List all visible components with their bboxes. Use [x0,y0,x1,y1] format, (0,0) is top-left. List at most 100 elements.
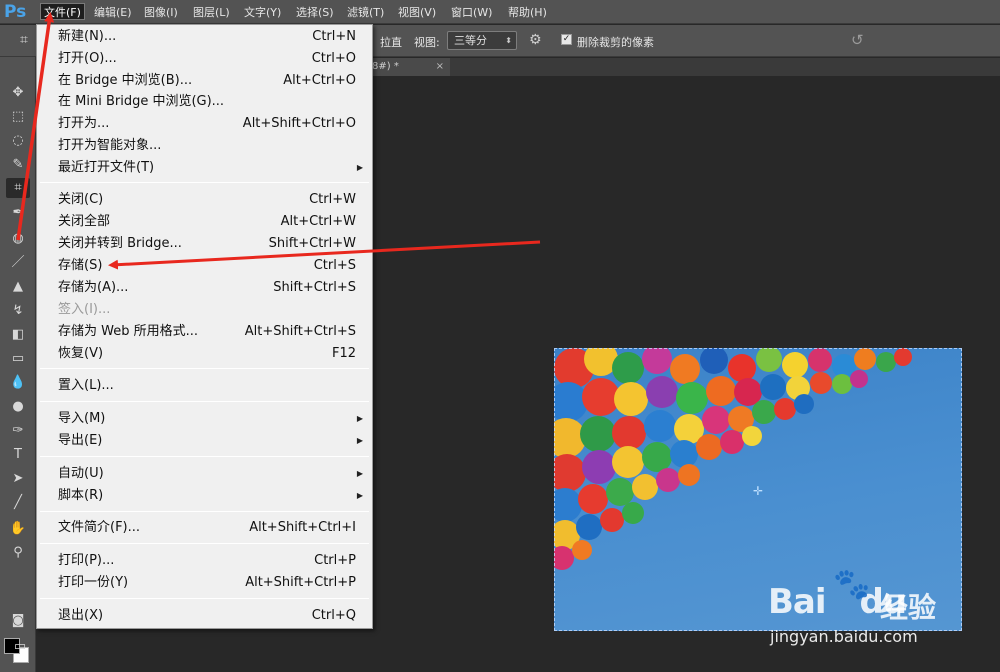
balloon [700,348,728,374]
menu-item-print[interactable]: 打印(P)... Ctrl+P [37,550,372,572]
line-tool-icon[interactable]: ╱ [6,493,30,513]
gear-icon[interactable]: ⚙ [529,32,542,48]
menu-item-place[interactable]: 置入(L)... [37,375,372,397]
eyedropper-tool-icon[interactable]: ✒ [6,203,30,223]
type-tool-icon[interactable]: T [6,445,30,465]
photoshop-window: Ps 文件(F) 编辑(E) 图像(I) 图层(L) 文字(Y) 选择(S) 滤… [0,0,1000,672]
ps-logo: Ps [4,2,27,22]
balloon [720,430,744,454]
stamp-tool-icon[interactable]: ▲ [6,277,30,297]
menu-separator [40,368,369,369]
path-select-tool-icon[interactable]: ➤ [6,469,30,489]
menu-item-exit[interactable]: 退出(X) Ctrl+Q [37,605,372,627]
menu-help[interactable]: 帮助(H) [505,4,550,21]
menu-layer[interactable]: 图层(L) [190,4,233,21]
menu-item-open-as[interactable]: 打开为... Alt+Shift+Ctrl+O [37,113,372,135]
menu-item-new[interactable]: 新建(N)... Ctrl+N [37,26,372,48]
balloon [706,376,736,406]
tools-panel: ✥ ⬚ ◌ ✎ ⌗ ✒ ◍ ／ ▲ ↯ ◧ ▭ 💧 ● ✑ T ➤ ╱ ✋ ⚲ … [0,57,36,672]
menu-item-label: 在 Mini Bridge 中浏览(G)... [58,94,225,109]
dodge-tool-icon[interactable]: ● [6,397,30,417]
gradient-tool-icon[interactable]: ▭ [6,349,30,369]
menu-item-shortcut: Alt+Shift+Ctrl+S [244,324,356,339]
lasso-tool-icon[interactable]: ◌ [6,131,30,151]
zoom-tool-icon[interactable]: ⚲ [6,543,30,563]
menu-item-close-go-bridge[interactable]: 关闭并转到 Bridge... Shift+Ctrl+W [37,233,372,255]
menu-item-save[interactable]: 存储(S) Ctrl+S [37,255,372,277]
menu-select[interactable]: 选择(S) [293,4,337,21]
menu-filter[interactable]: 滤镜(T) [344,4,387,21]
menu-item-open[interactable]: 打开(O)... Ctrl+O [37,48,372,70]
menu-type[interactable]: 文字(Y) [241,4,284,21]
balloon [554,488,582,522]
marquee-tool-icon[interactable]: ⬚ [6,107,30,127]
menu-bar: Ps 文件(F) 编辑(E) 图像(I) 图层(L) 文字(Y) 选择(S) 滤… [0,0,1000,24]
menu-item-label: 文件简介(F)... [58,520,141,535]
menu-window[interactable]: 窗口(W) [448,4,495,21]
document-tab[interactable]: 8#) * × [366,58,450,76]
reset-icon[interactable]: ↺ [851,31,864,49]
menu-item-label: 存储为 Web 所用格式... [58,324,199,339]
brush-tool-icon[interactable]: ／ [6,253,30,273]
menu-item-automate[interactable]: 自动(U) ▶ [37,463,372,485]
balloon [554,454,586,492]
menu-item-close[interactable]: 关闭(C) Ctrl+W [37,189,372,211]
menu-separator [40,401,369,402]
balloon [894,348,912,366]
balloon [622,502,644,524]
view-label: 视图: [414,36,440,49]
menu-item-label: 打印(P)... [58,553,115,568]
menu-item-label: 导出(E) [58,433,103,448]
menu-file[interactable]: 文件(F) [40,3,85,20]
healing-brush-tool-icon[interactable]: ◍ [6,229,30,249]
menu-image[interactable]: 图像(I) [141,4,181,21]
menu-item-import[interactable]: 导入(M) ▶ [37,408,372,430]
menu-item-open-smart-object[interactable]: 打开为智能对象... [37,135,372,157]
crop-preset-icon[interactable]: ⌗ [20,32,28,48]
balloon [582,450,616,484]
menu-item-shortcut: F12 [331,346,356,361]
delete-cropped-checkbox[interactable]: ✓ [561,34,572,45]
menu-edit[interactable]: 编辑(E) [91,4,135,21]
menu-item-shortcut: Ctrl+N [312,29,356,44]
close-icon[interactable]: × [436,58,444,76]
menu-item-close-all[interactable]: 关闭全部 Alt+Ctrl+W [37,211,372,233]
move-tool-icon[interactable]: ✥ [6,83,30,103]
screen-mode-icon[interactable]: ▭ [8,637,32,657]
balloon [576,514,602,540]
delete-cropped-label: 删除裁剪的像素 [577,36,654,49]
menu-item-browse-mini-bridge[interactable]: 在 Mini Bridge 中浏览(G)... [37,91,372,113]
menu-item-revert[interactable]: 恢复(V) F12 [37,343,372,365]
balloon [646,376,678,408]
blur-tool-icon[interactable]: 💧 [6,373,30,393]
history-brush-tool-icon[interactable]: ↯ [6,301,30,321]
straighten-button[interactable]: 拉直 [380,34,402,50]
crop-tool-icon[interactable]: ⌗ [6,178,30,198]
view-overlay-value: 三等分 [454,34,487,47]
menu-item-save-for-web[interactable]: 存储为 Web 所用格式... Alt+Shift+Ctrl+S [37,321,372,343]
menu-item-shortcut: Alt+Shift+Ctrl+P [245,575,356,590]
menu-item-print-one[interactable]: 打印一份(Y) Alt+Shift+Ctrl+P [37,572,372,594]
menu-item-label: 新建(N)... [58,29,117,44]
hand-tool-icon[interactable]: ✋ [6,519,30,539]
quick-mask-icon[interactable]: ◙ [6,611,30,631]
menu-item-label: 恢复(V) [58,346,104,361]
menu-item-scripts[interactable]: 脚本(R) ▶ [37,485,372,507]
menu-item-file-info[interactable]: 文件简介(F)... Alt+Shift+Ctrl+I [37,517,372,539]
menu-item-shortcut: Ctrl+Q [311,608,356,623]
menu-view[interactable]: 视图(V) [395,4,439,21]
eraser-tool-icon[interactable]: ◧ [6,325,30,345]
quick-select-tool-icon[interactable]: ✎ [6,155,30,175]
menu-item-browse-bridge[interactable]: 在 Bridge 中浏览(B)... Alt+Ctrl+O [37,70,372,92]
balloon [794,394,814,414]
view-overlay-select[interactable]: 三等分 ⬍ [447,31,517,50]
menu-item-export[interactable]: 导出(E) ▶ [37,430,372,452]
menu-item-save-as[interactable]: 存储为(A)... Shift+Ctrl+S [37,277,372,299]
pen-tool-icon[interactable]: ✑ [6,421,30,441]
menu-item-check-in: 签入(I)... [37,299,372,321]
menu-item-recent-files[interactable]: 最近打开文件(T) ▶ [37,157,372,179]
menu-item-label: 关闭全部 [58,214,111,229]
balloon [572,540,592,560]
balloon [876,352,896,372]
submenu-arrow-icon: ▶ [356,469,363,478]
